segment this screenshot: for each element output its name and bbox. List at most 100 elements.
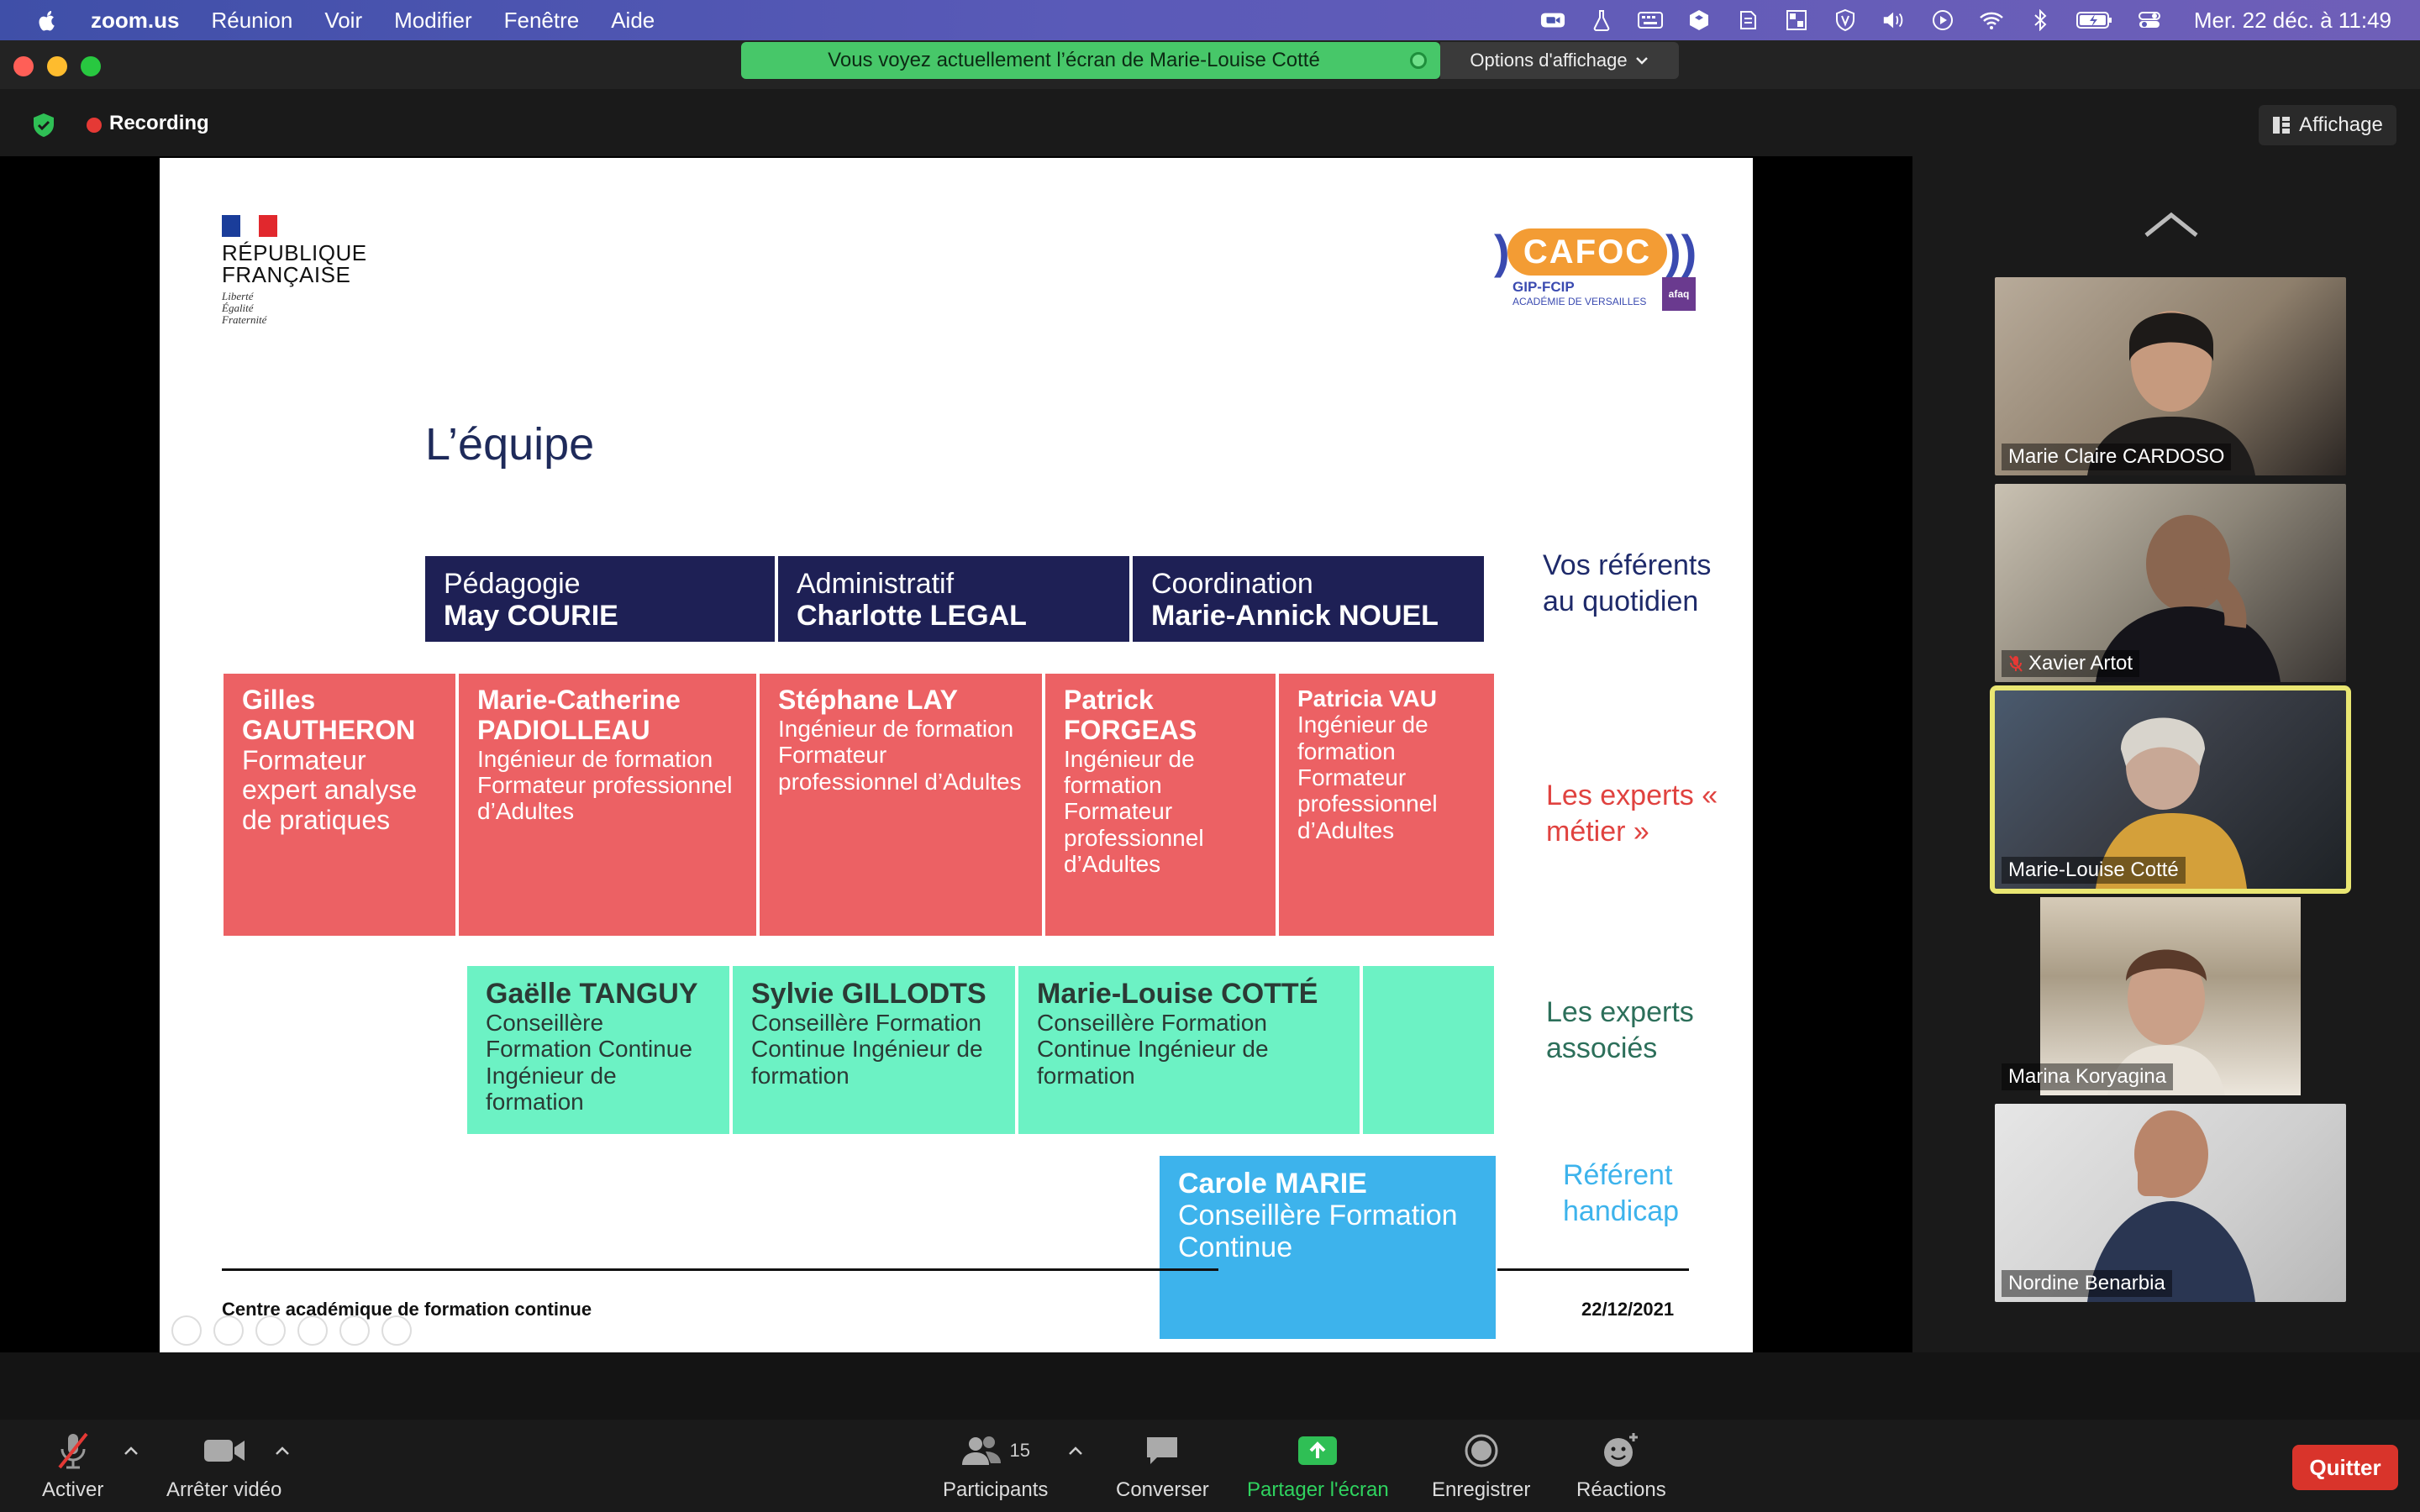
- participant-tile-active-speaker[interactable]: Marie-Louise Cotté: [1990, 685, 2351, 894]
- team-box-vau: Patricia VAU Ingénieur de formation Form…: [1279, 674, 1494, 936]
- participant-tile[interactable]: Nordine Benarbia: [1995, 1104, 2346, 1302]
- gallery-scroll-up-icon[interactable]: [2141, 208, 2202, 242]
- record-button[interactable]: Enregistrer: [1432, 1430, 1530, 1502]
- republique-francaise-logo: RÉPUBLIQUE FRANÇAISE Liberté Égalité Fra…: [222, 215, 367, 326]
- participants-options-caret-icon[interactable]: [1067, 1445, 1084, 1457]
- battery-icon[interactable]: [2075, 9, 2113, 31]
- menu-voir[interactable]: Voir: [324, 8, 362, 34]
- share-screen-button[interactable]: Partager l'écran: [1247, 1430, 1389, 1502]
- menu-reunion[interactable]: Réunion: [211, 8, 292, 34]
- scrivener-icon[interactable]: [1735, 9, 1760, 31]
- window-maximize-button[interactable]: [81, 56, 101, 76]
- menu-app-name[interactable]: zoom.us: [91, 8, 179, 34]
- slide-zoom-icon[interactable]: [339, 1315, 370, 1346]
- label-referent-handicap: Référent handicap: [1563, 1159, 1680, 1227]
- screen-share-banner: Vous voyez actuellement l’écran de Marie…: [741, 42, 1440, 79]
- team-box-empty: [1363, 966, 1494, 1134]
- audio-options-caret-icon[interactable]: [123, 1445, 139, 1457]
- reactions-smiley-icon: [1604, 1433, 1639, 1467]
- cafoc-logo: ) CAFOC )) GIP-FCIP ACADÉMIE DE VERSAILL…: [1494, 228, 1697, 321]
- video-camera-icon: [203, 1440, 245, 1462]
- share-screen-icon: [1298, 1436, 1338, 1465]
- label-experts-metier: Les experts « métier »: [1546, 780, 1718, 848]
- slide-more-icon[interactable]: [381, 1315, 412, 1346]
- menu-aide[interactable]: Aide: [611, 8, 655, 34]
- slide-prev-icon[interactable]: [171, 1315, 202, 1346]
- slide-title: L’équipe: [425, 419, 595, 470]
- team-box-administratif: Administratif Charlotte LEGAL: [778, 556, 1129, 642]
- team-box-gautheron: Gilles GAUTHERON Formateur expert analys…: [224, 674, 455, 936]
- flask-icon[interactable]: [1589, 9, 1614, 31]
- shield-vpn-icon[interactable]: [1833, 8, 1858, 32]
- bluetooth-icon[interactable]: [2028, 9, 2053, 31]
- apple-menu-icon[interactable]: [35, 8, 60, 33]
- view-options-button[interactable]: Options d'affichage: [1440, 42, 1679, 79]
- record-icon: [1465, 1434, 1498, 1467]
- stop-video-button[interactable]: Arrêter vidéo: [166, 1430, 281, 1502]
- participants-label: Participants: [943, 1478, 1049, 1501]
- unmute-label: Activer: [42, 1478, 104, 1501]
- recording-label[interactable]: Recording: [109, 112, 209, 135]
- zoom-status-icon[interactable]: [1540, 9, 1565, 31]
- rf-motto-3: Fraternité: [222, 313, 267, 326]
- team-box-lay: Stéphane LAY Ingénieur de formation Form…: [760, 674, 1042, 936]
- security-shield-icon[interactable]: [32, 113, 55, 138]
- control-center-icon[interactable]: [2137, 9, 2162, 31]
- rf-line-1: RÉPUBLIQUE: [222, 240, 367, 265]
- window-close-button[interactable]: [13, 56, 34, 76]
- volume-icon[interactable]: [1881, 9, 1907, 31]
- dropbox-icon[interactable]: [1686, 9, 1712, 31]
- participant-tile[interactable]: Marie Claire CARDOSO: [1995, 277, 2346, 475]
- slide-grid-icon[interactable]: [297, 1315, 328, 1346]
- record-label: Enregistrer: [1432, 1478, 1531, 1501]
- label-referents: Vos référents au quotidien: [1543, 549, 1712, 617]
- cafoc-sub2: ACADÉMIE DE VERSAILLES: [1512, 296, 1647, 307]
- window-minimize-button[interactable]: [47, 56, 67, 76]
- rf-motto-2: Égalité: [222, 302, 254, 314]
- mic-muted-icon: [2009, 655, 2023, 672]
- marianne-flag-icon: [222, 215, 277, 237]
- footer-divider-right: [1497, 1268, 1689, 1271]
- slide-pen-icon[interactable]: [255, 1315, 286, 1346]
- team-box-pedagogie: Pédagogie May COURIE: [425, 556, 775, 642]
- reactions-button[interactable]: Réactions: [1576, 1430, 1666, 1502]
- menu-fenetre[interactable]: Fenêtre: [504, 8, 580, 34]
- participant-name: Marie-Louise Cotté: [2002, 857, 2186, 884]
- keyboard-icon[interactable]: [1637, 9, 1663, 31]
- chat-button[interactable]: Converser: [1116, 1430, 1209, 1502]
- slide-controls: [171, 1315, 412, 1346]
- unmute-button[interactable]: Activer: [42, 1430, 103, 1502]
- team-box-tanguy: Gaëlle TANGUY Conseillère Formation Cont…: [467, 966, 729, 1134]
- play-circle-icon[interactable]: [1930, 9, 1955, 31]
- chat-bubble-icon: [1147, 1437, 1178, 1464]
- menubar-clock[interactable]: Mer. 22 déc. à 11:49: [2194, 8, 2391, 34]
- participants-icon: [962, 1436, 1002, 1465]
- wifi-icon[interactable]: [1979, 9, 2004, 31]
- afaq-badge: afaq: [1662, 277, 1696, 311]
- participant-name: Marie Claire CARDOSO: [2002, 444, 2232, 470]
- meeting-toolbar: [0, 1420, 2420, 1512]
- chat-label: Converser: [1116, 1478, 1209, 1501]
- participant-tile[interactable]: Marina Koryagina: [1995, 897, 2346, 1095]
- participant-tile[interactable]: Xavier Artot: [1995, 484, 2346, 682]
- leave-meeting-button[interactable]: Quitter: [2292, 1445, 2398, 1490]
- share-status-dot-icon: [1410, 52, 1427, 69]
- participants-count: 15: [1009, 1440, 1030, 1461]
- menu-modifier[interactable]: Modifier: [394, 8, 471, 34]
- rf-motto-1: Liberté: [222, 290, 254, 302]
- recording-dot-icon: [87, 118, 102, 133]
- share-screen-label: Partager l'écran: [1247, 1478, 1389, 1501]
- window-grid-icon[interactable]: [1784, 9, 1809, 31]
- toolbar-spacer: [0, 1352, 2420, 1420]
- footer-divider-left: [222, 1268, 1218, 1271]
- share-banner-message: Vous voyez actuellement l’écran de Marie…: [741, 42, 1440, 79]
- view-options-label: Options d'affichage: [1470, 50, 1628, 71]
- slide-next-icon[interactable]: [213, 1315, 244, 1346]
- reactions-label: Réactions: [1576, 1478, 1666, 1501]
- video-options-caret-icon[interactable]: [274, 1445, 291, 1457]
- view-layout-button[interactable]: Affichage: [2259, 105, 2396, 145]
- participants-button[interactable]: 15 Participants: [943, 1430, 1048, 1502]
- layout-icon: [2273, 117, 2291, 134]
- mic-muted-icon: [58, 1432, 88, 1469]
- macos-menu-bar: zoom.us Réunion Voir Modifier Fenêtre Ai…: [0, 0, 2420, 40]
